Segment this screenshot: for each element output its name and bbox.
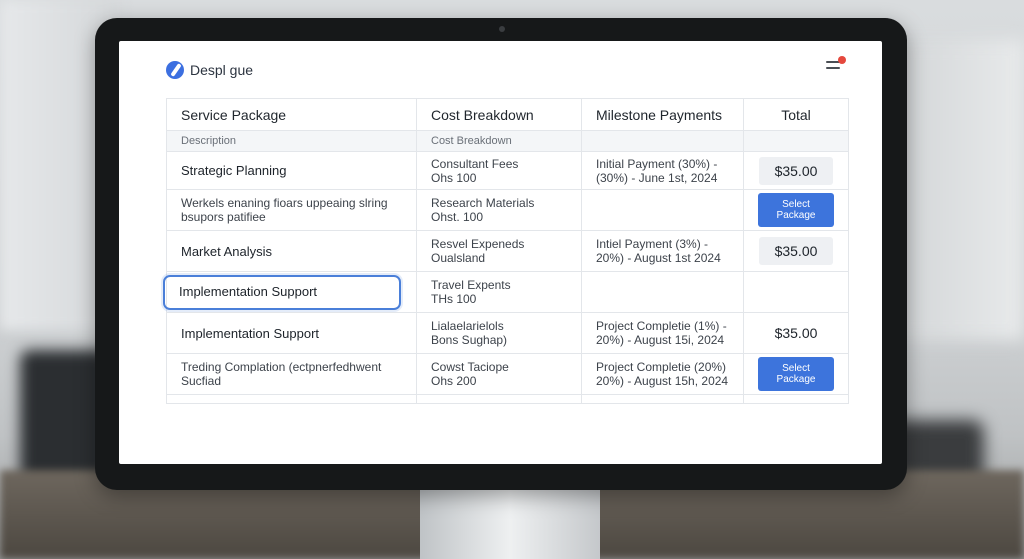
- package-description: Werkels enaning fioars uppeaing slring: [181, 196, 388, 210]
- package-name: Strategic Planning: [181, 163, 287, 178]
- milestone-line: Project Completie (20%): [596, 360, 727, 374]
- subheader-description: Description: [166, 130, 417, 152]
- milestone-line: Initial Payment (30%) -: [596, 156, 718, 171]
- milestone-line: (30%) - June 1st, 2024: [596, 170, 718, 185]
- cost-line: Bons Sughap): [431, 333, 508, 347]
- milestone-line: Project Completie (1%) -: [596, 319, 727, 333]
- milestone-line: 20%) - August 15h, 2024: [596, 374, 729, 388]
- table-row[interactable]: Implementation Support Travel Expents TH…: [163, 271, 849, 313]
- milestone-line: 20%) - August 1st 2024: [596, 251, 721, 265]
- table-row[interactable]: Strategic Planning Consultant Fees Ohs 1…: [166, 151, 849, 190]
- subheader-cost: Cost Breakdown: [416, 130, 582, 152]
- cost-line: Research Materials: [431, 196, 535, 210]
- cost-line: Ohs 100: [431, 170, 477, 185]
- col-header-total: Total: [743, 98, 849, 131]
- table-row[interactable]: Implementation Support Lialaelarielols B…: [166, 312, 849, 354]
- notification-dot: [838, 56, 846, 64]
- package-description: Sucfiad: [181, 374, 222, 388]
- milestone-line: Intiel Payment (3%) -: [596, 237, 709, 251]
- total-price: $35.00: [758, 156, 834, 185]
- cost-line: Travel Expents: [431, 278, 511, 292]
- col-header-milestone-payments: Milestone Payments: [581, 98, 744, 131]
- cost-line: Cowst Taciope: [431, 360, 509, 374]
- col-header-service-package: Service Package: [166, 98, 417, 131]
- table-row[interactable]: Werkels enaning fioars uppeaing slring b…: [166, 189, 849, 231]
- milestone-line: 20%) - August 15i, 2024: [596, 333, 725, 347]
- cost-line: Oualsland: [431, 251, 486, 265]
- package-description: bsupors patifiee: [181, 210, 266, 224]
- table-header-row: Service Package Cost Breakdown Milestone…: [166, 98, 849, 131]
- screen: Despl gue Service Package Cost Breakdown…: [119, 41, 882, 464]
- select-package-button[interactable]: Select Package: [758, 193, 834, 227]
- cost-line: THs 100: [431, 292, 477, 306]
- menu-icon[interactable]: [826, 56, 846, 75]
- cost-line: Resvel Expeneds: [431, 237, 525, 251]
- select-package-button[interactable]: Select Package: [758, 357, 834, 391]
- monitor: Despl gue Service Package Cost Breakdown…: [95, 18, 907, 490]
- package-name: Implementation Support: [181, 325, 320, 341]
- package-name: Implementation Support: [179, 283, 318, 299]
- cost-line: Lialaelarielols: [431, 319, 504, 333]
- app-title: Despl gue: [190, 62, 254, 78]
- webcam: [499, 26, 505, 32]
- package-description: Treding Complation (ectpnerfedhwent: [181, 360, 382, 374]
- table-row[interactable]: Treding Complation (ectpnerfedhwent Sucf…: [166, 353, 849, 395]
- cost-line: Ohs 200: [431, 374, 477, 388]
- cost-line: Consultant Fees: [431, 156, 519, 171]
- package-table: Service Package Cost Breakdown Milestone…: [163, 98, 849, 404]
- package-name-focused[interactable]: Implementation Support: [163, 274, 402, 310]
- table-row[interactable]: Market Analysis Resvel Expeneds Oualslan…: [166, 230, 849, 272]
- table-subheader-row: Description Cost Breakdown: [166, 130, 849, 152]
- package-name: Market Analysis: [181, 243, 273, 259]
- logo-icon: [166, 61, 184, 79]
- total-price: $35.00: [774, 325, 818, 341]
- monitor-stand: [420, 486, 600, 559]
- cost-line: Ohst. 100: [431, 210, 484, 224]
- app-header: Despl gue: [166, 59, 253, 81]
- table-row-empty: [166, 394, 849, 404]
- total-price: $35.00: [758, 237, 834, 265]
- col-header-cost-breakdown: Cost Breakdown: [416, 98, 582, 131]
